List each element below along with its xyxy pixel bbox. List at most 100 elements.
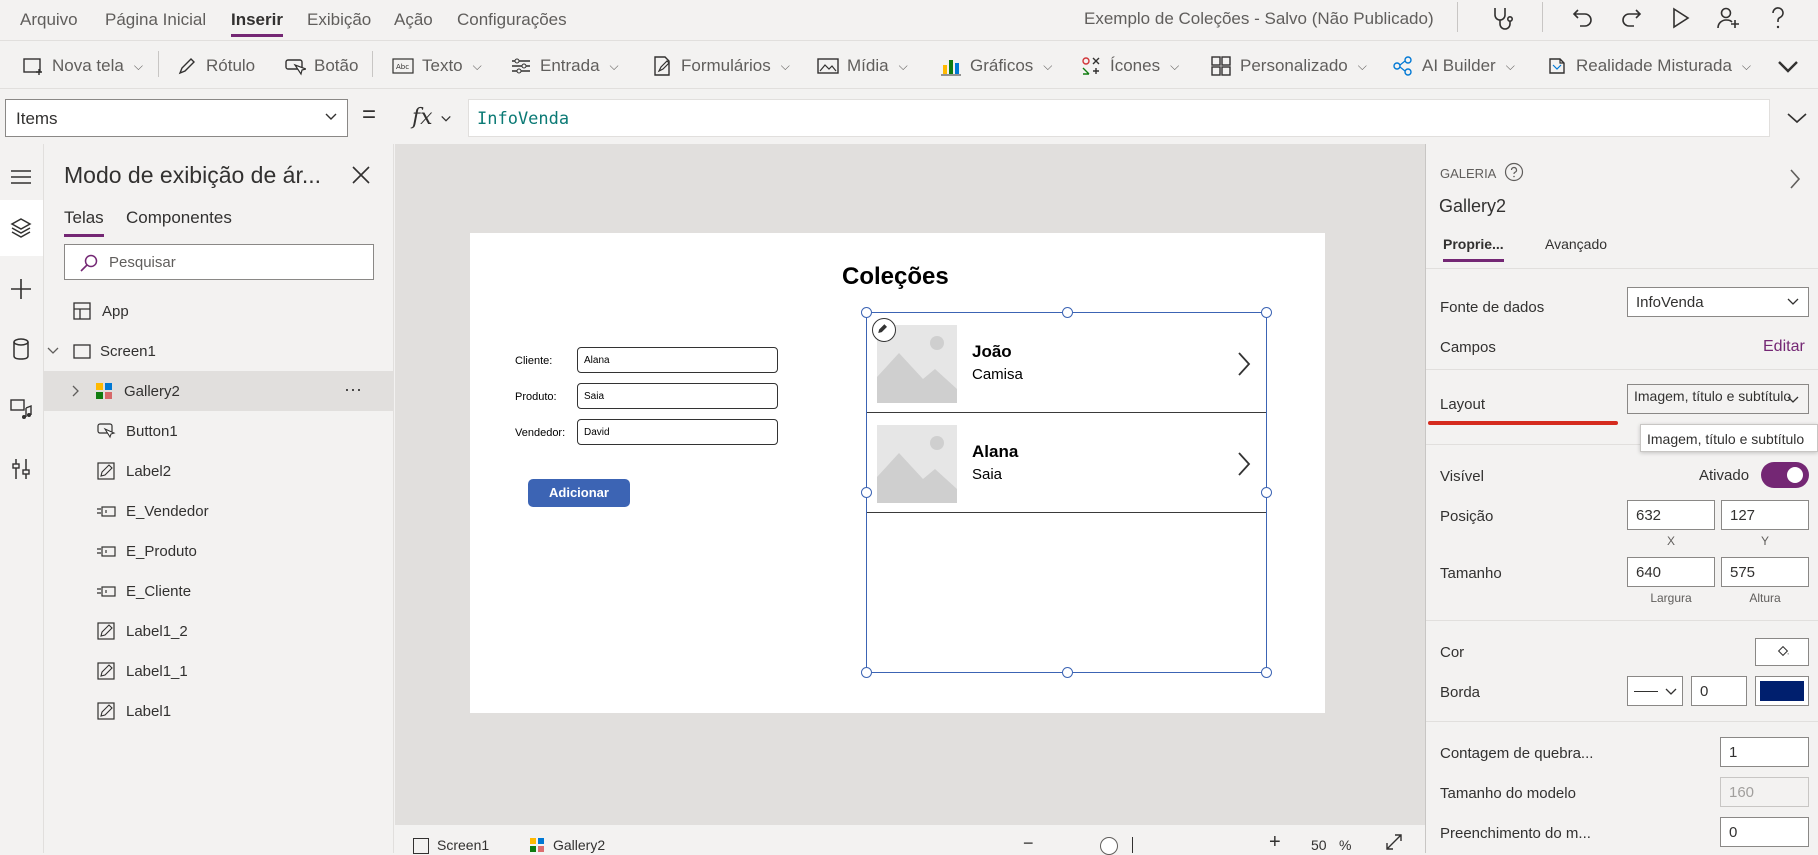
close-icon[interactable] — [350, 164, 372, 186]
zoom-value[interactable]: 50 — [1311, 837, 1327, 853]
stethoscope-icon[interactable] — [1488, 4, 1516, 32]
vendedor-input[interactable]: David — [577, 419, 778, 445]
expand-formula-chevron-icon[interactable] — [1786, 109, 1808, 127]
personalizado-button[interactable]: Personalizado ⌵ — [1210, 55, 1367, 77]
tree-item-e-produto[interactable]: E_Produto — [44, 531, 394, 571]
menu-arquivo[interactable]: Arquivo — [20, 10, 78, 30]
more-options-icon[interactable]: ··· — [344, 379, 362, 400]
zoom-in-button[interactable]: + — [1269, 831, 1281, 854]
formula-input[interactable]: InfoVenda — [468, 99, 1770, 137]
ribbon-overflow-chevron-icon[interactable] — [1776, 55, 1800, 77]
produto-input[interactable]: Saia — [577, 383, 778, 409]
plus-icon[interactable] — [8, 276, 34, 302]
tools-icon[interactable] — [8, 456, 34, 482]
graficos-button[interactable]: Gráficos ⌵ — [940, 55, 1052, 77]
formularios-button[interactable]: Formulários ⌵ — [651, 55, 790, 77]
position-x-input[interactable]: 632 — [1627, 500, 1715, 530]
resize-handle[interactable] — [861, 307, 872, 318]
color-picker[interactable] — [1755, 638, 1809, 666]
visivel-toggle[interactable] — [1761, 462, 1809, 488]
gallery-item[interactable]: Alana Saia — [867, 413, 1266, 513]
media-rail-icon[interactable] — [8, 396, 34, 422]
menu-pagina-inicial[interactable]: Página Inicial — [105, 10, 206, 30]
chevron-right-icon[interactable] — [1237, 451, 1251, 477]
midia-button[interactable]: Mídia ⌵ — [817, 55, 908, 77]
editar-link[interactable]: Editar — [1763, 338, 1805, 356]
chevron-right-icon[interactable] — [1237, 351, 1251, 377]
resize-handle[interactable] — [861, 667, 872, 678]
nova-tela-button[interactable]: Nova tela ⌵ — [22, 55, 143, 77]
breadcrumb-screen[interactable]: Screen1 — [437, 837, 489, 853]
adicionar-button[interactable]: Adicionar — [528, 479, 630, 507]
app-screen-canvas[interactable]: Coleções Cliente: Alana Produto: Saia Ve… — [470, 233, 1325, 713]
fit-to-window-icon[interactable] — [1385, 833, 1403, 851]
border-style-dropdown[interactable] — [1627, 676, 1683, 706]
realidade-misturada-button[interactable]: Realidade Misturada ⌵ — [1546, 55, 1751, 77]
texto-button[interactable]: Abc Texto ⌵ — [392, 55, 482, 77]
zoom-out-button[interactable]: − — [1023, 833, 1034, 854]
resize-handle[interactable] — [1062, 307, 1073, 318]
border-thickness-input[interactable]: 0 — [1691, 676, 1747, 706]
zoom-slider-track[interactable] — [1132, 837, 1133, 853]
tree-item-e-cliente[interactable]: E_Cliente — [44, 571, 394, 611]
gallery-item-title[interactable]: João — [972, 342, 1012, 362]
menu-inserir[interactable]: Inserir — [231, 10, 283, 37]
botao-button[interactable]: Botão — [284, 55, 358, 77]
tree-item-label1-1[interactable]: Label1_1 — [44, 651, 394, 691]
help-circle-icon[interactable] — [1504, 162, 1524, 182]
tree-search-input[interactable]: Pesquisar — [64, 244, 374, 280]
layout-dropdown[interactable]: Imagem, título e subtítulo — [1627, 384, 1809, 414]
vendedor-label[interactable]: Vendedor: — [515, 427, 565, 439]
gallery2[interactable]: João Camisa Alana Saia — [866, 312, 1267, 673]
resize-handle[interactable] — [861, 487, 872, 498]
tree-item-gallery2[interactable]: Gallery2 ··· — [44, 371, 394, 411]
ai-builder-button[interactable]: AI Builder ⌵ — [1392, 55, 1515, 77]
undo-icon[interactable] — [1569, 4, 1597, 32]
screen-title[interactable]: Coleções — [842, 263, 949, 291]
property-dropdown[interactable]: Items — [5, 99, 348, 137]
database-icon[interactable] — [8, 336, 34, 362]
layers-icon[interactable] — [8, 215, 34, 241]
tree-item-label2[interactable]: Label2 — [44, 451, 394, 491]
tab-avancado[interactable]: Avançado — [1545, 236, 1607, 252]
tab-propriedades[interactable]: Proprie... — [1443, 236, 1504, 262]
control-name[interactable]: Gallery2 — [1439, 196, 1506, 217]
tree-item-button1[interactable]: Button1 — [44, 411, 394, 451]
border-color-picker[interactable] — [1755, 676, 1809, 706]
tree-item-e-vendedor[interactable]: E_Vendedor — [44, 491, 394, 531]
gallery-item-title[interactable]: Alana — [972, 442, 1018, 462]
tree-item-screen1[interactable]: Screen1 — [44, 331, 394, 371]
redo-icon[interactable] — [1617, 4, 1645, 32]
gallery-item-subtitle[interactable]: Camisa — [972, 366, 1023, 383]
menu-exibicao[interactable]: Exibição — [307, 10, 371, 30]
tree-item-label1-2[interactable]: Label1_2 — [44, 611, 394, 651]
template-size-input[interactable]: 160 — [1720, 777, 1809, 807]
tab-componentes[interactable]: Componentes — [126, 208, 232, 228]
tab-telas[interactable]: Telas — [64, 208, 104, 237]
share-user-icon[interactable] — [1714, 4, 1742, 32]
resize-handle[interactable] — [1062, 667, 1073, 678]
cliente-label[interactable]: Cliente: — [515, 355, 552, 367]
icones-button[interactable]: Ícones ⌵ — [1080, 55, 1179, 77]
menu-configuracoes[interactable]: Configurações — [457, 10, 567, 30]
breadcrumb-gallery[interactable]: Gallery2 — [553, 837, 605, 853]
hamburger-menu-icon[interactable] — [8, 164, 34, 190]
entrada-button[interactable]: Entrada ⌵ — [510, 55, 619, 77]
wrap-count-input[interactable]: 1 — [1720, 737, 1809, 767]
gallery-item-subtitle[interactable]: Saia — [972, 466, 1002, 483]
resize-handle[interactable] — [1261, 667, 1272, 678]
produto-label[interactable]: Produto: — [515, 391, 557, 403]
width-input[interactable]: 640 — [1627, 557, 1715, 587]
position-y-input[interactable]: 127 — [1721, 500, 1809, 530]
resize-handle[interactable] — [1261, 487, 1272, 498]
menu-acao[interactable]: Ação — [394, 10, 433, 30]
play-icon[interactable] — [1666, 4, 1694, 32]
tree-item-label1[interactable]: Label1 — [44, 691, 394, 731]
placeholder-image-icon[interactable] — [877, 425, 957, 503]
height-input[interactable]: 575 — [1721, 557, 1809, 587]
rotulo-button[interactable]: Rótulo — [176, 55, 255, 77]
edit-pencil-icon[interactable] — [872, 318, 896, 342]
tree-item-app[interactable]: App — [44, 291, 394, 331]
zoom-slider-thumb[interactable] — [1100, 837, 1118, 855]
fx-button[interactable]: fx — [394, 99, 468, 137]
